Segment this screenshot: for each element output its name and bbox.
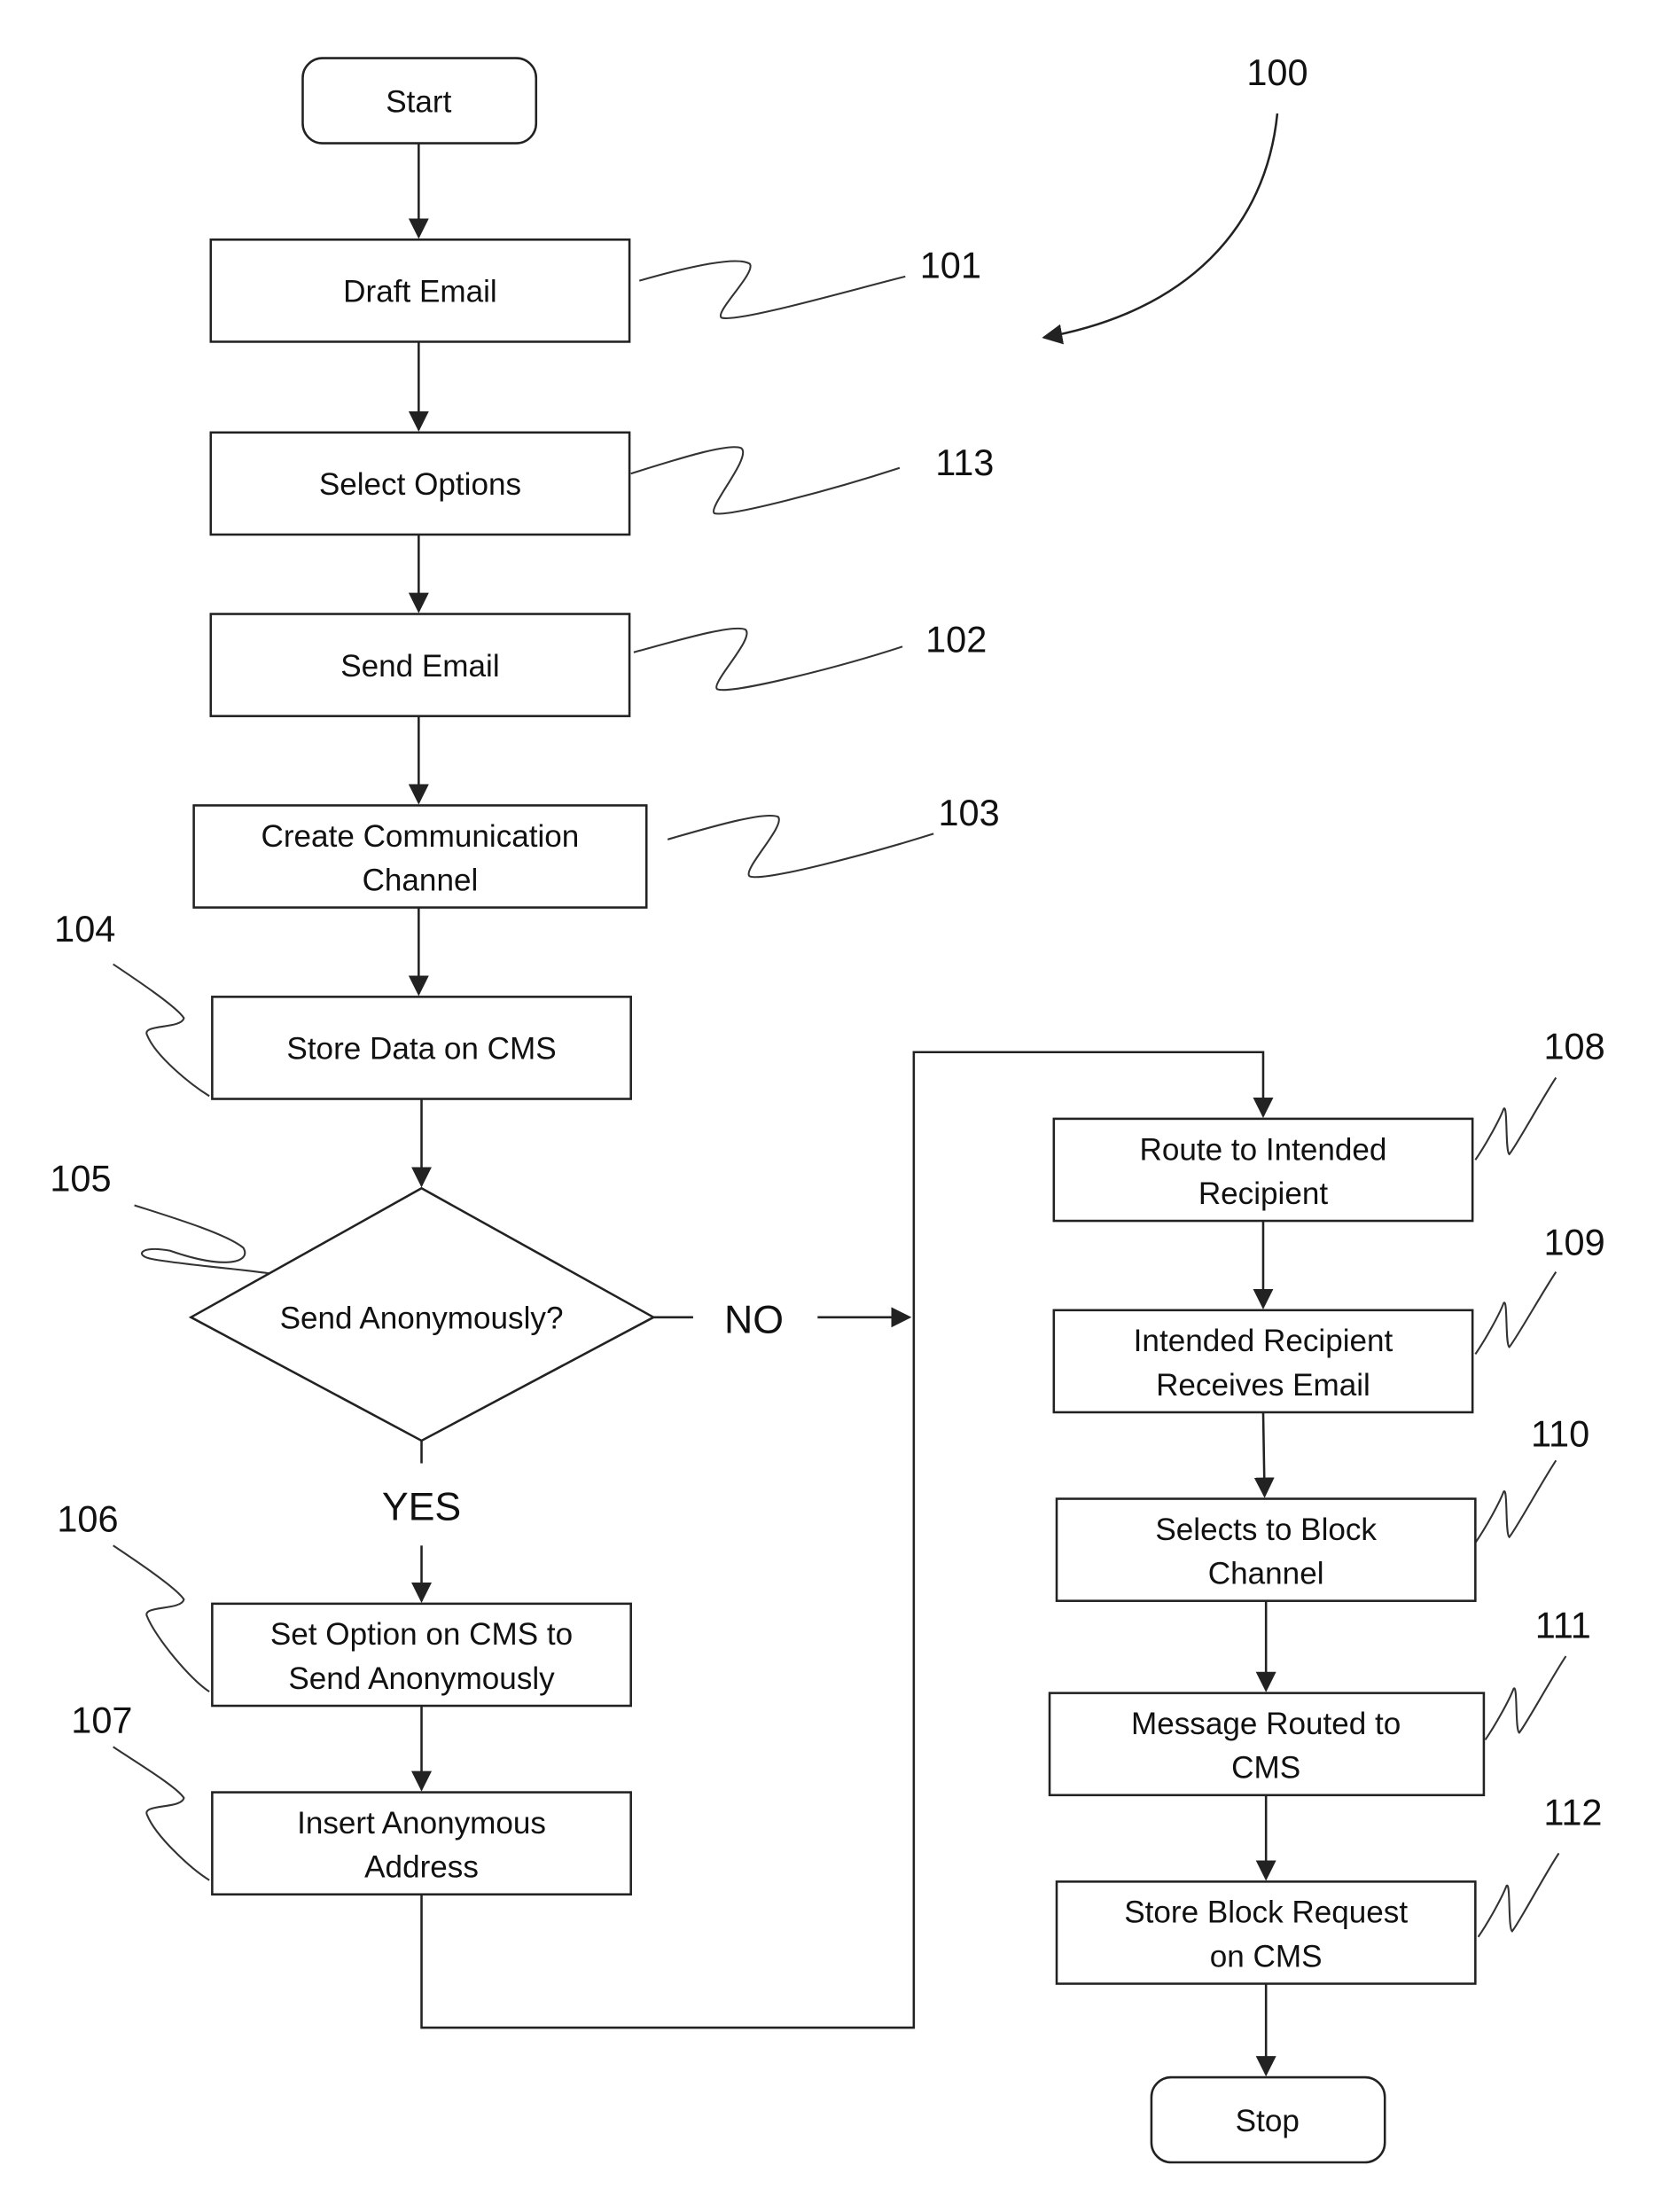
arrow-receives-block xyxy=(1253,1411,1275,1498)
ref-108: 108 xyxy=(1543,1026,1604,1067)
leader-106 xyxy=(113,1544,210,1692)
ref-102: 102 xyxy=(925,619,987,660)
route-line1: Route to Intended xyxy=(1140,1132,1387,1167)
leader-113 xyxy=(630,446,901,515)
create-channel-line1: Create Communication xyxy=(262,819,580,854)
send-email-label: Send Email xyxy=(340,649,499,684)
ref-106: 106 xyxy=(57,1497,118,1539)
leader-102 xyxy=(633,627,903,692)
receives-line1: Intended Recipient xyxy=(1134,1324,1393,1358)
draft-email-label: Draft Email xyxy=(343,275,497,309)
block-line2: Channel xyxy=(1208,1556,1324,1591)
leader-110 xyxy=(1474,1459,1557,1544)
leader-104 xyxy=(113,963,210,1098)
routed-cms-line2: CMS xyxy=(1231,1751,1300,1786)
decision-label: Send Anonymously? xyxy=(280,1301,564,1336)
yes-label: YES xyxy=(382,1485,461,1528)
set-option-line2: Send Anonymously xyxy=(288,1661,555,1696)
stop-label: Stop xyxy=(1236,2104,1300,2138)
select-options-label: Select Options xyxy=(319,467,521,502)
ref-107: 107 xyxy=(71,1699,132,1740)
flowchart: 100 Start Draft Email 101 Select Options… xyxy=(50,51,1605,2164)
ref-111: 111 xyxy=(1535,1604,1591,1645)
ref-113: 113 xyxy=(935,442,994,483)
store-data-label: Store Data on CMS xyxy=(286,1032,556,1067)
ref-112: 112 xyxy=(1543,1791,1602,1833)
insert-address-line2: Address xyxy=(364,1850,479,1885)
figure-ref-arrow xyxy=(1042,113,1279,345)
store-block-line1: Store Block Request xyxy=(1124,1895,1408,1930)
store-block-line2: on CMS xyxy=(1210,1939,1323,1974)
ref-110: 110 xyxy=(1531,1412,1589,1454)
leader-109 xyxy=(1474,1271,1557,1355)
ref-105: 105 xyxy=(50,1157,111,1199)
create-channel-line2: Channel xyxy=(363,863,479,897)
leader-105 xyxy=(134,1204,269,1275)
leader-112 xyxy=(1477,1852,1560,1938)
leader-103 xyxy=(667,814,934,879)
ref-103: 103 xyxy=(938,792,999,833)
ref-109: 109 xyxy=(1543,1221,1604,1262)
figure-ref-100: 100 xyxy=(1246,51,1308,93)
block-line1: Selects to Block xyxy=(1155,1512,1377,1547)
ref-104: 104 xyxy=(54,908,115,950)
set-option-line1: Set Option on CMS to xyxy=(270,1617,573,1652)
leader-111 xyxy=(1484,1655,1567,1741)
route-line2: Recipient xyxy=(1198,1176,1329,1211)
receives-line2: Receives Email xyxy=(1156,1368,1370,1403)
leader-101 xyxy=(638,260,906,320)
ref-101: 101 xyxy=(920,244,981,285)
leader-108 xyxy=(1474,1076,1557,1161)
start-label: Start xyxy=(386,84,451,119)
no-label: NO xyxy=(724,1298,784,1341)
leader-107 xyxy=(113,1746,210,1881)
routed-cms-line1: Message Routed to xyxy=(1131,1707,1401,1741)
insert-address-line1: Insert Anonymous xyxy=(297,1806,546,1841)
